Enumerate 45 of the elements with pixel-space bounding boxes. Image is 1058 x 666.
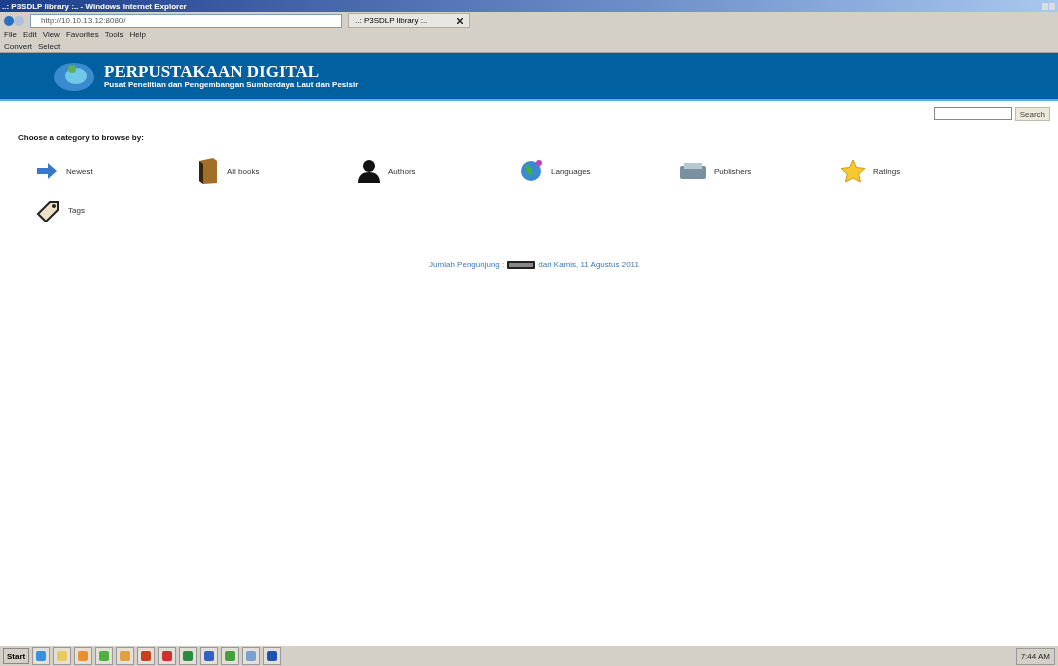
tag-icon [36, 198, 60, 222]
category-link[interactable]: All books [227, 166, 260, 176]
taskbar-app-icon[interactable] [137, 647, 156, 665]
book-icon [197, 158, 219, 184]
menu-item[interactable]: Edit [22, 30, 37, 39]
category-link[interactable]: Newest [66, 166, 93, 176]
window-controls-icon [1042, 2, 1056, 10]
person-icon [358, 159, 380, 183]
menu-item[interactable]: File [4, 30, 17, 39]
taskbar-app-icon[interactable] [158, 647, 177, 665]
close-icon[interactable] [457, 17, 464, 24]
window-title: ..: P3SDLP library :.. - Windows Internet Explorer [2, 1, 187, 11]
taskbar-app-icon[interactable] [263, 647, 282, 665]
clock: 7:44 AM [1020, 651, 1050, 661]
back-icon[interactable] [4, 15, 24, 26]
counter-icon [507, 260, 536, 269]
taskbar-app-icon[interactable] [221, 647, 240, 665]
globe-icon [519, 159, 543, 183]
taskbar-app-icon[interactable] [200, 647, 219, 665]
category-link[interactable]: Ratings [873, 166, 901, 176]
toolbar-button[interactable]: Select [38, 41, 61, 51]
site-subtitle: Pusat Penelitian dan Pengembangan Sumberdaya Laut dan Pesisir [104, 80, 359, 89]
menu-item[interactable]: View [42, 30, 60, 39]
visitor-label: Jumlah Pengunjung : [429, 260, 505, 269]
browse-heading: Choose a category to browse by: [18, 133, 145, 142]
menu-item[interactable]: Tools [104, 30, 124, 39]
start-button[interactable]: Start [3, 648, 30, 664]
visitor-date: dari Kamis, 11 Agustus 2011 [538, 260, 639, 269]
menu-item[interactable]: Favorites [65, 30, 99, 39]
search-field[interactable] [933, 107, 1012, 120]
taskbar-app-icon[interactable] [179, 647, 198, 665]
star-icon [841, 160, 865, 182]
address-bar[interactable]: http://10.10.13.12:8080/ [30, 13, 342, 28]
site-title: PERPUSTAKAAN DIGITAL [104, 63, 321, 80]
toolbar-button[interactable]: Convert [4, 41, 32, 51]
category-link[interactable]: Authors [388, 166, 416, 176]
taskbar-app-icon[interactable] [32, 647, 51, 665]
category-link[interactable]: Publishers [714, 166, 752, 176]
category-link[interactable]: Tags [68, 205, 85, 215]
menu-item[interactable]: Help [129, 30, 146, 39]
category-link[interactable]: Languages [551, 166, 591, 176]
printer-icon [680, 163, 706, 179]
arrow-icon [36, 163, 58, 179]
search-button[interactable]: Search [1014, 107, 1050, 121]
browser-tab[interactable]: ..: P3SDLP library :.. [348, 13, 471, 28]
